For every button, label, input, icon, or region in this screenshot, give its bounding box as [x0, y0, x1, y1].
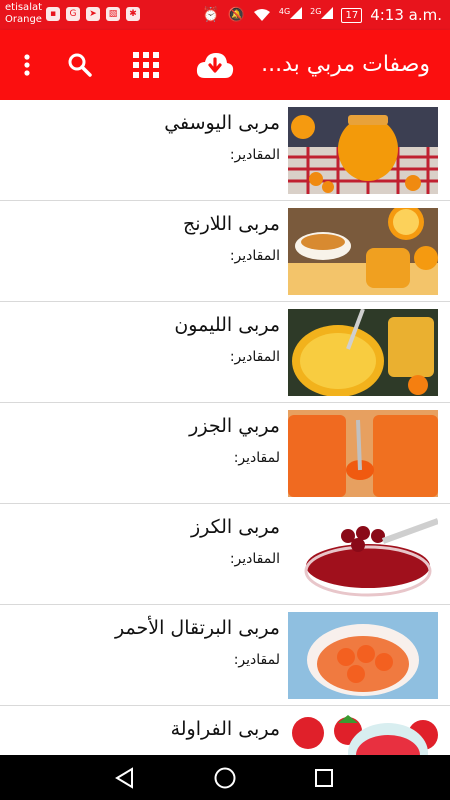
- google-icon: G: [66, 7, 80, 21]
- recipe-item[interactable]: مربى اللارنج المقادير:: [0, 201, 450, 302]
- recipe-subtitle: المقادير:: [229, 248, 280, 264]
- battery-indicator: 17: [341, 7, 363, 23]
- notification-icons: ▪ G ➤ ▧ ✱: [46, 7, 140, 21]
- back-button[interactable]: [95, 755, 155, 800]
- network-2g-label: 2G: [310, 7, 322, 16]
- recipe-subtitle: المقادير:: [229, 349, 280, 365]
- recipe-image: [288, 208, 438, 295]
- download-button[interactable]: [193, 30, 237, 100]
- apps-grid-icon: [133, 52, 159, 78]
- signal-4g: 4G: [278, 7, 303, 23]
- app-bar: وصفات مربي بد...: [0, 30, 450, 100]
- home-icon: [214, 767, 236, 788]
- telegram-icon: ➤: [86, 7, 100, 21]
- recipe-item[interactable]: مربى البرتقال الأحمر لمقادير:: [0, 605, 450, 706]
- signal-icon: [321, 7, 334, 19]
- network-4g-label: 4G: [278, 7, 291, 16]
- recent-apps-icon: [315, 768, 333, 787]
- recipe-title: مربى الليمون: [174, 314, 280, 336]
- home-button[interactable]: [195, 755, 255, 800]
- recent-apps-button[interactable]: [294, 755, 354, 800]
- carrier-name-2: Orange: [5, 14, 42, 25]
- carrier-label: etisalat Orange: [5, 2, 42, 26]
- recipe-item[interactable]: مربى الكرز المقادير:: [0, 504, 450, 605]
- recipe-title: مربى اليوسفي: [164, 112, 280, 134]
- app-notification-icon: ▪: [46, 7, 60, 21]
- cloud-download-icon: [196, 53, 234, 78]
- recipe-title: مربى اللارنج: [183, 213, 280, 235]
- app-title: وصفات مربي بد...: [261, 52, 430, 77]
- back-icon: [115, 766, 133, 789]
- recipe-item[interactable]: مربى الليمون المقادير:: [0, 302, 450, 403]
- recipe-item[interactable]: مربى الفراولة: [0, 706, 450, 755]
- recipe-title: مربي الجزر: [189, 415, 280, 437]
- categories-button[interactable]: [127, 30, 165, 100]
- recipe-image: [288, 612, 438, 699]
- recipe-image: [288, 511, 438, 598]
- recipe-image: [288, 309, 438, 396]
- recipe-title: مربى الكرز: [190, 516, 280, 538]
- more-options-button[interactable]: [10, 30, 44, 100]
- wifi-icon: [253, 9, 270, 21]
- recipe-subtitle: لمقادير:: [233, 450, 280, 466]
- recipe-item[interactable]: مربى اليوسفي المقادير:: [0, 100, 450, 201]
- more-vert-icon: [24, 54, 30, 76]
- mute-icon: 🔕: [227, 7, 245, 23]
- recipe-subtitle: لمقادير:: [233, 652, 280, 668]
- recipe-image: [288, 713, 438, 755]
- signal-2g: 2G: [310, 7, 334, 23]
- recipe-item[interactable]: مربي الجزر لمقادير:: [0, 403, 450, 504]
- recipe-title: مربى البرتقال الأحمر: [115, 617, 280, 639]
- recipe-subtitle: المقادير:: [229, 147, 280, 163]
- recipe-list: مربى اليوسفي المقادير: مربى اللارنج المق…: [0, 100, 450, 755]
- clock: 4:13 a.m.: [370, 6, 442, 24]
- recipe-image: [288, 107, 438, 194]
- image-icon: ▧: [106, 7, 120, 21]
- search-button[interactable]: [62, 30, 98, 100]
- recipe-image: [288, 410, 438, 497]
- status-bar: etisalat Orange ▪ G ➤ ▧ ✱ ⏰ 🔕 4G 2G 17 4…: [0, 0, 450, 30]
- alarm-icon: ⏰: [202, 7, 220, 23]
- signal-icon: [290, 7, 303, 19]
- recipe-subtitle: المقادير:: [229, 551, 280, 567]
- navigation-bar: [0, 755, 450, 800]
- carrier-name-1: etisalat: [5, 2, 43, 13]
- bluetooth-icon: ✱: [126, 7, 140, 21]
- search-icon: [68, 53, 92, 77]
- recipe-title: مربى الفراولة: [170, 718, 280, 740]
- status-indicators: ⏰ 🔕 4G 2G 17 4:13 a.m.: [202, 6, 442, 24]
